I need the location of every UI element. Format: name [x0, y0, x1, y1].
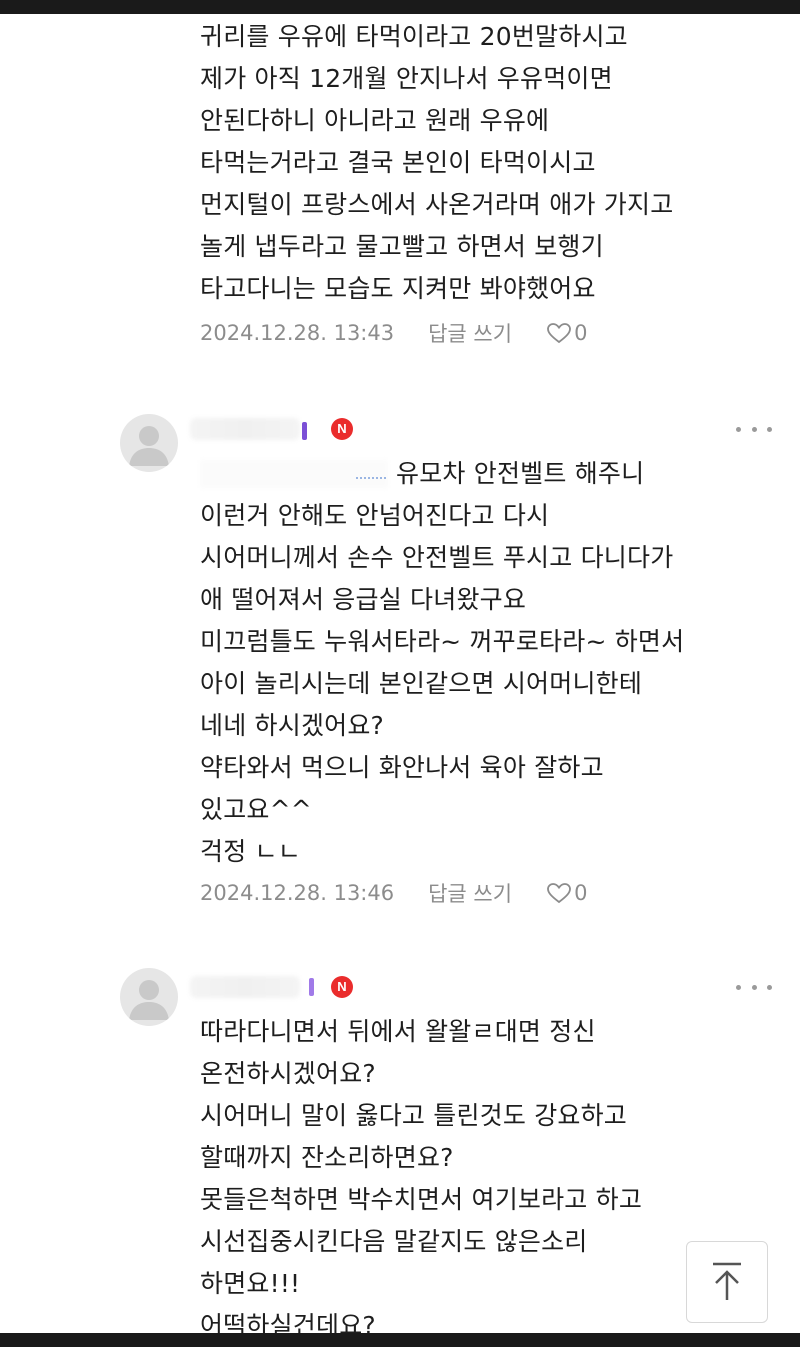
more-dot	[767, 984, 772, 990]
heart-outline-icon	[547, 883, 571, 904]
comment-2-line: 아이 놀리시는데 본인같으면 시어머니한테	[200, 669, 643, 698]
redacted-text-dots	[356, 463, 386, 479]
comment-2-first-line: 유모차 안전벨트 해주니	[396, 453, 780, 495]
comment-1-body: 귀리를 우유에 타먹이라고 20번말하시고 제가 아직 12개월 안지나서 우유…	[200, 16, 780, 310]
comment-2-line: 네네 하시겠어요?	[200, 711, 385, 740]
comment-1-line: 제가 아직 12개월 안지나서 우유먹이면	[200, 64, 613, 93]
comment-1-meta: 2024.12.28. 13:43 답글 쓰기 0	[200, 318, 587, 348]
more-dot	[736, 984, 741, 990]
arrow-up-icon	[713, 1262, 741, 1300]
comment-2-line: 미끄럼틀도 누워서타라~ 꺼꾸로타라~ 하면서	[200, 627, 685, 656]
default-profile-icon	[129, 426, 169, 466]
nickname-tail	[302, 422, 307, 440]
comment-3-line: 못들은척하면 박수치면서 여기보라고 하고	[200, 1185, 643, 1214]
more-dot	[751, 426, 757, 432]
more-dot	[751, 984, 757, 990]
scroll-to-top-button[interactable]	[686, 1241, 768, 1323]
comment-2-line: 애 떨어져서 응급실 다녀왔구요	[200, 585, 527, 614]
bottom-frame-bar	[0, 1333, 800, 1347]
comment-2-line: 유모차 안전벨트 해주니	[396, 459, 645, 488]
more-options-button[interactable]	[736, 419, 772, 439]
comment-list: 귀리를 우유에 타먹이라고 20번말하시고 제가 아직 12개월 안지나서 우유…	[0, 14, 800, 1333]
comment-2-line: 있고요^^	[200, 795, 312, 824]
comment-2-line: 시어머니께서 손수 안전벨트 푸시고 다니다가	[200, 543, 674, 572]
new-badge: N	[331, 418, 353, 440]
more-dot	[767, 426, 772, 432]
comment-3-line: 온전하시겠어요?	[200, 1059, 376, 1088]
comment-1-line: 먼지털이 프랑스에서 사온거라며 애가 가지고	[200, 190, 674, 219]
more-dot	[736, 426, 741, 432]
reply-button[interactable]: 답글 쓰기	[428, 318, 512, 348]
nickname-redacted[interactable]	[190, 976, 300, 998]
avatar[interactable]	[120, 414, 178, 472]
comment-3-line: 할때까지 잔소리하면요?	[200, 1143, 454, 1172]
comment-2-line: 약타와서 먹으니 화안나서 육아 잘하고	[200, 753, 604, 782]
comment-3-line: 따라다니면서 뒤에서 왈왈ㄹ대면 정신	[200, 1017, 596, 1046]
like-button[interactable]: 0	[546, 881, 587, 905]
nickname-redacted[interactable]	[190, 418, 300, 440]
comment-1-line: 타먹는거라고 결국 본인이 타먹이시고	[200, 148, 596, 177]
default-profile-icon	[129, 980, 169, 1020]
more-options-button[interactable]	[736, 977, 772, 997]
comment-2-body: 이런거 안해도 안넘어진다고 다시 시어머니께서 손수 안전벨트 푸시고 다니다…	[200, 495, 780, 873]
heart-outline-icon	[547, 323, 571, 344]
comment-2-line: 걱정 ㄴㄴ	[200, 837, 301, 866]
top-frame-bar	[0, 0, 800, 14]
like-count: 0	[574, 881, 588, 905]
comment-2-line: 이런거 안해도 안넘어진다고 다시	[200, 501, 550, 530]
comment-1-line: 귀리를 우유에 타먹이라고 20번말하시고	[200, 22, 628, 51]
comment-1-line: 안된다하니 아니라고 원래 우유에	[200, 106, 550, 135]
new-badge: N	[331, 976, 353, 998]
like-count: 0	[574, 321, 588, 345]
comment-1-line: 놀게 냅두라고 물고빨고 하면서 보행기	[200, 232, 604, 261]
comment-3-line: 시어머니 말이 옳다고 틀린것도 강요하고	[200, 1101, 627, 1130]
nickname-tail	[309, 978, 314, 996]
reply-button[interactable]: 답글 쓰기	[428, 878, 512, 908]
comment-date: 2024.12.28. 13:46	[200, 881, 395, 905]
comment-date: 2024.12.28. 13:43	[200, 321, 395, 345]
comment-2-meta: 2024.12.28. 13:46 답글 쓰기 0	[200, 878, 587, 908]
comment-1-line: 타고다니는 모습도 지켜만 봐야했어요	[200, 274, 596, 303]
like-button[interactable]: 0	[546, 321, 587, 345]
avatar[interactable]	[120, 968, 178, 1026]
